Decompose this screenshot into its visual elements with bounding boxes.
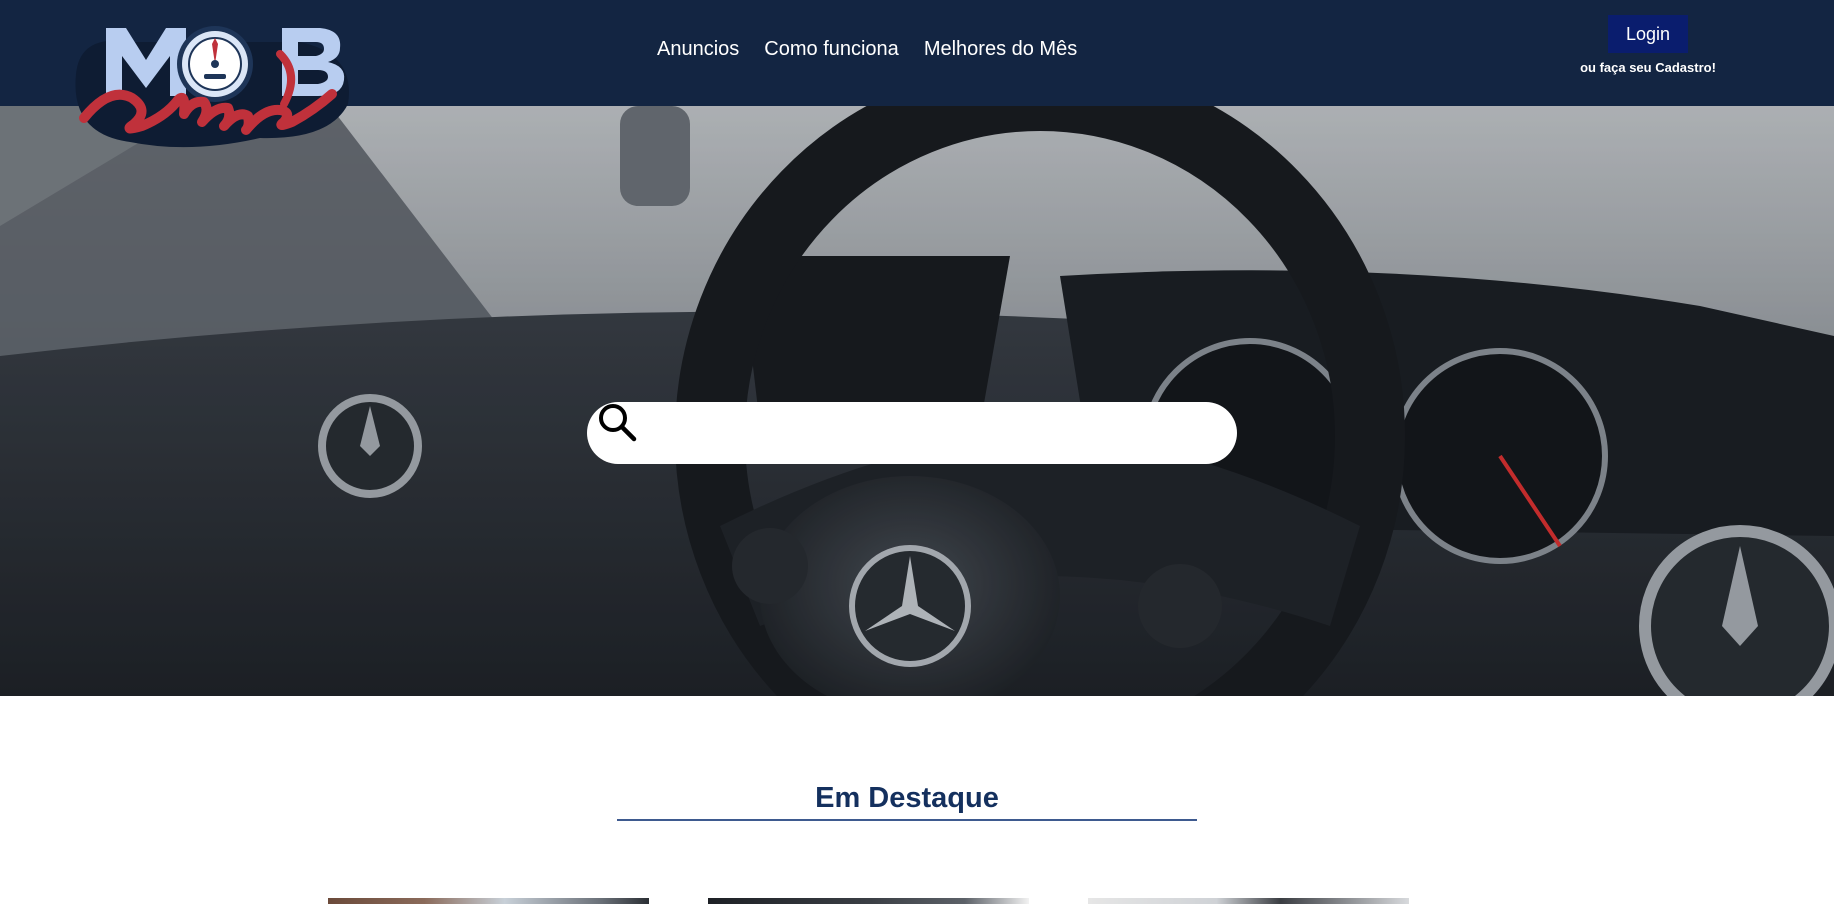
search-input[interactable] [599,410,1211,456]
nav-como-funciona[interactable]: Como funciona [764,38,899,61]
search-bar[interactable] [587,402,1237,464]
signup-link[interactable]: ou faça seu Cadastro! [1578,60,1718,75]
featured-card-1-image[interactable] [328,898,649,904]
nav-melhores-do-mes[interactable]: Melhores do Mês [924,38,1077,61]
nav-anuncios[interactable]: Anuncios [657,38,739,61]
car-interior-image [0,106,1834,696]
logo-graphic [75,26,350,148]
login-area: Login ou faça seu Cadastro! [1578,15,1718,75]
hero-banner [0,106,1834,696]
search-icon [599,404,637,442]
main-nav: Anuncios Como funciona Melhores do Mês [657,38,1077,61]
mobshare-logo[interactable] [70,14,360,152]
featured-card-2-image[interactable] [708,898,1029,904]
featured-card-3-image[interactable] [1088,898,1409,904]
login-button[interactable]: Login [1608,15,1688,53]
featured-title: Em Destaque [617,782,1197,821]
